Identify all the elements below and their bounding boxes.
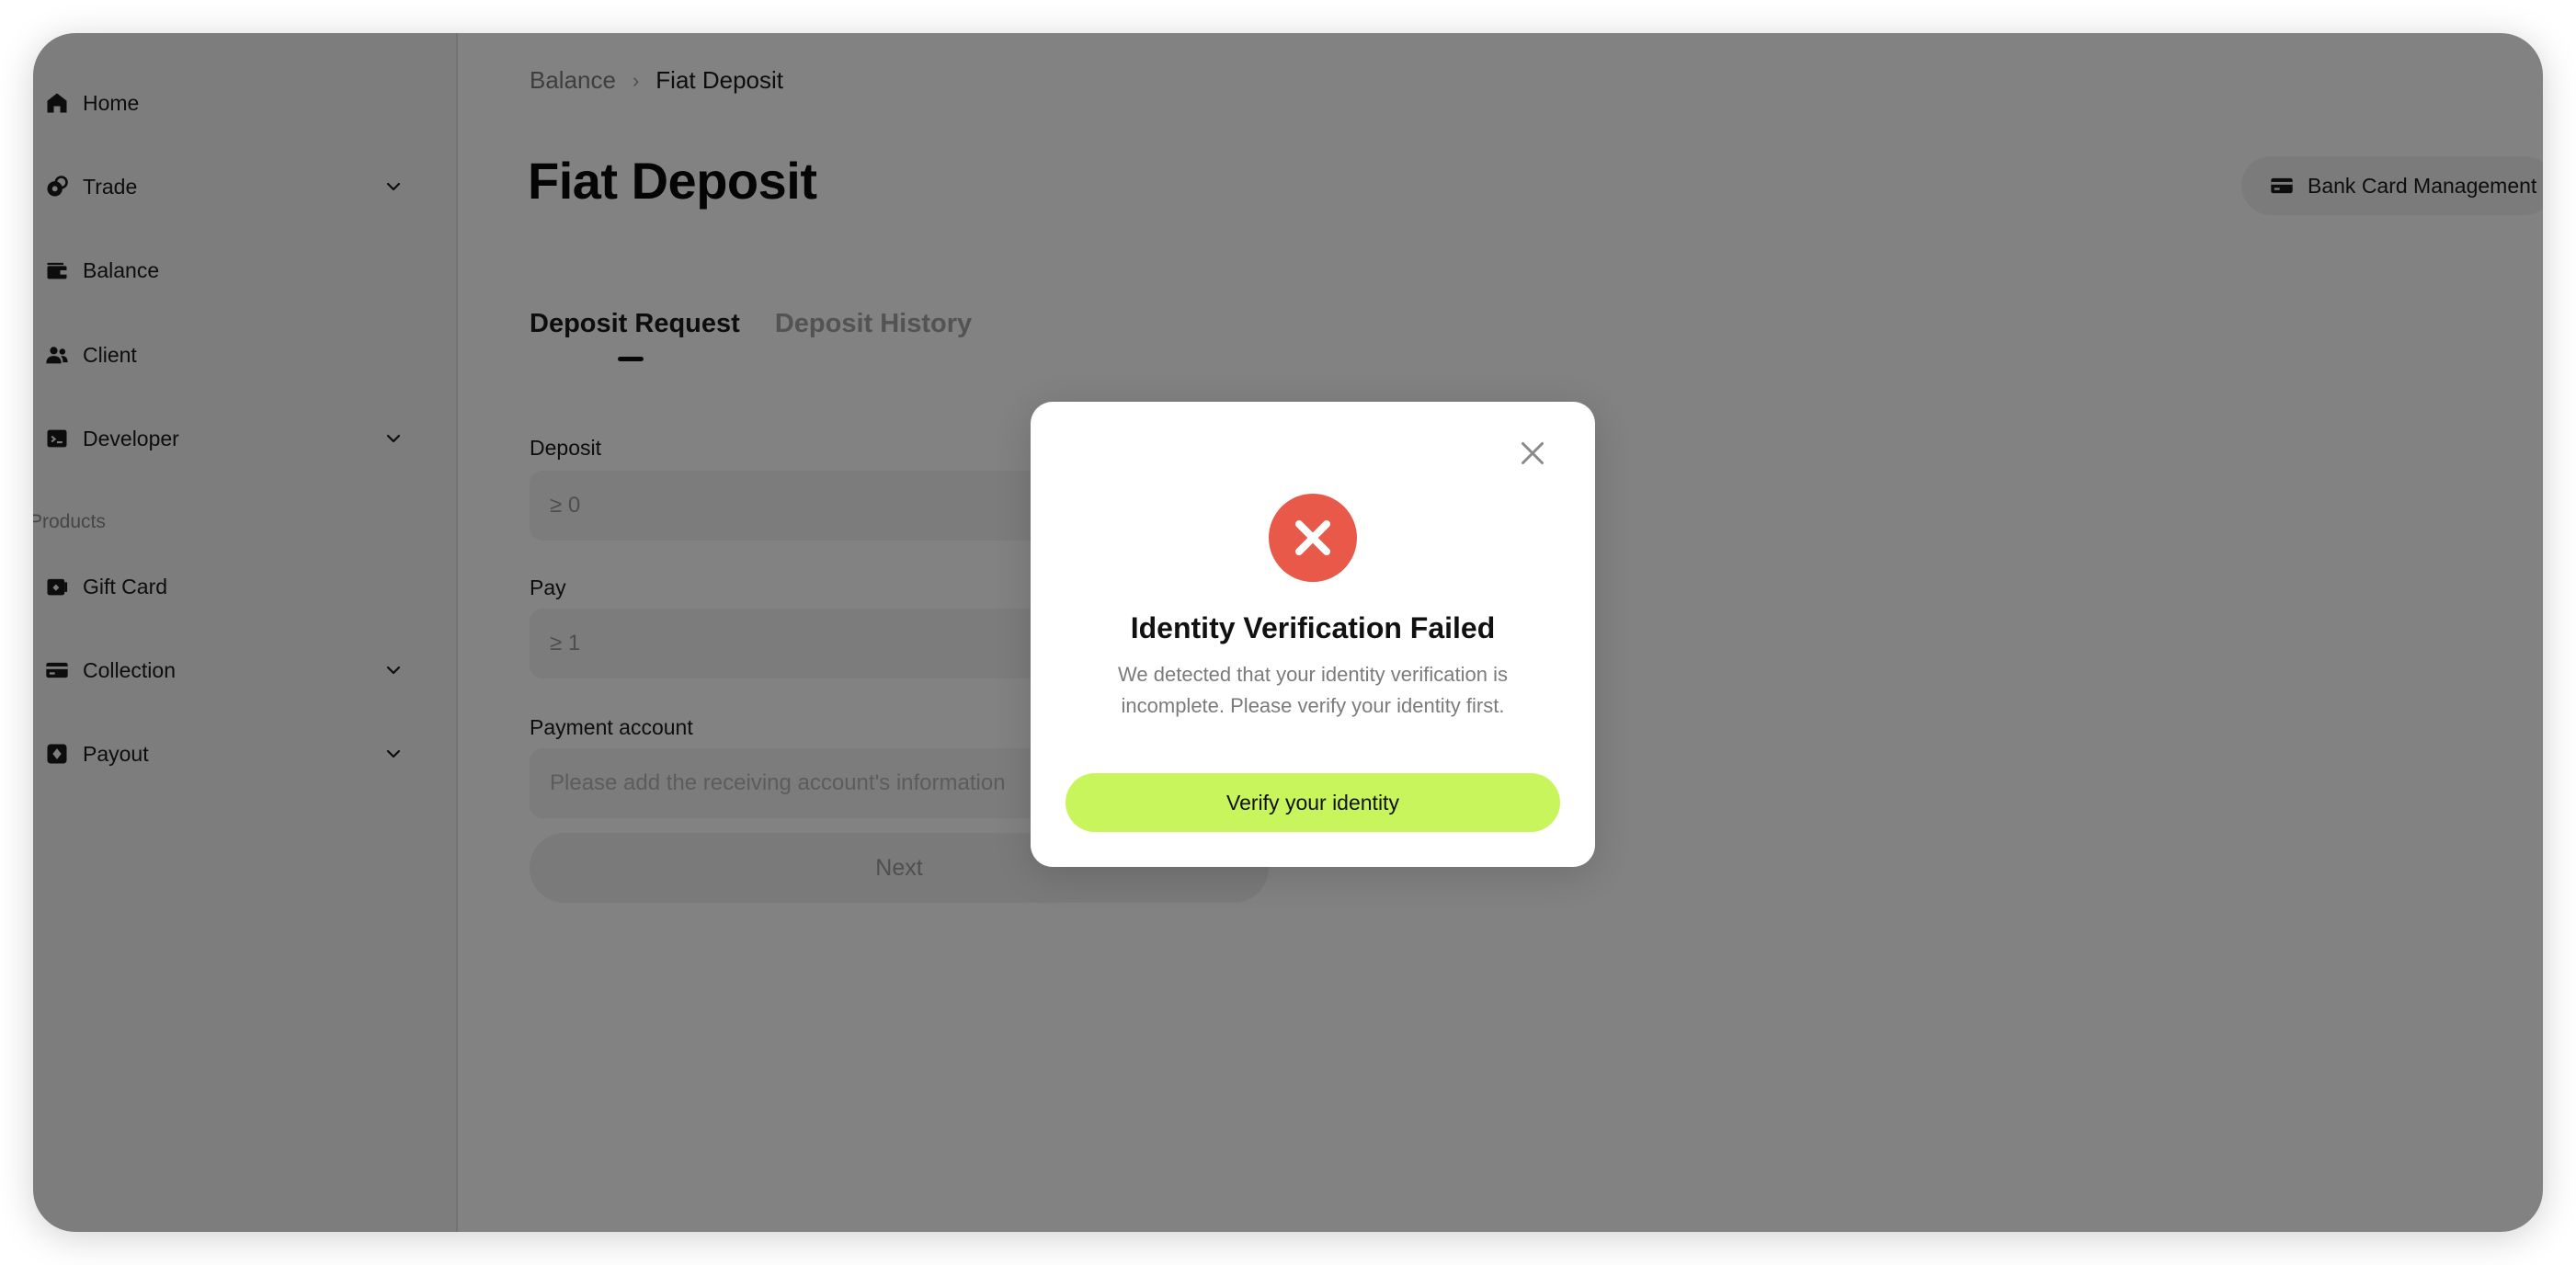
error-icon — [1269, 494, 1357, 582]
app-window: Home Trade Balance Client Developer Prod… — [33, 33, 2543, 1232]
modal-title: Identity Verification Failed — [1130, 611, 1496, 644]
identity-verification-modal: Identity Verification Failed We detected… — [1031, 402, 1595, 867]
modal-message: We detected that your identity verificat… — [1118, 663, 1508, 717]
close-icon[interactable] — [1516, 437, 1549, 470]
verify-identity-button[interactable]: Verify your identity — [1066, 773, 1560, 832]
